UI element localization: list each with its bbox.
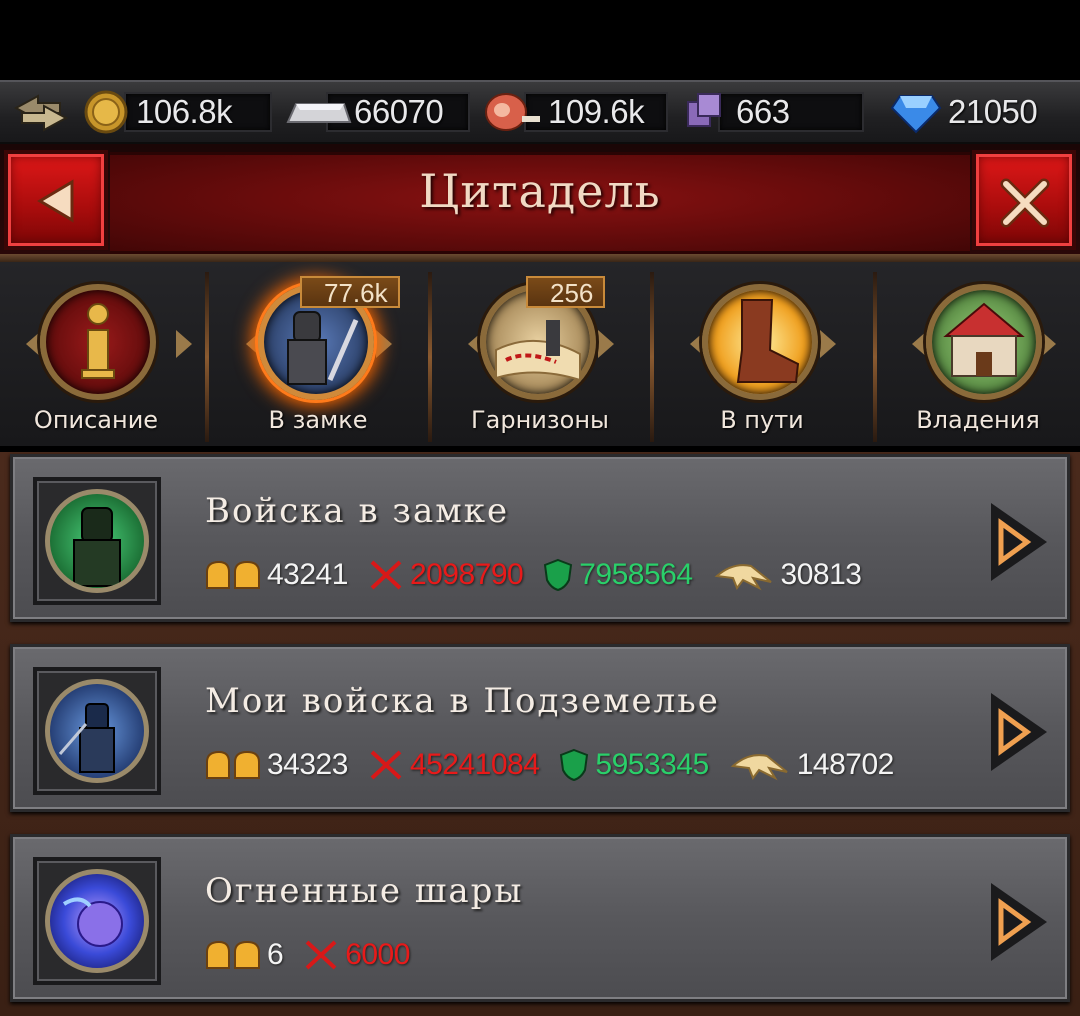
title-bar: Цитадель [0, 144, 1080, 262]
stone-block-icon [684, 90, 724, 134]
stat-defense: 7958564 [543, 558, 693, 592]
stat-speed: 30813 [713, 558, 862, 592]
tab-label: В замке [268, 406, 368, 434]
green-knight-icon [45, 489, 149, 593]
speed-value: 30813 [780, 558, 862, 591]
card-stats: 43241 2098790 7958564 30813 [205, 553, 881, 597]
close-button[interactable] [972, 150, 1076, 250]
card-title: Мои войска в Подземелье [205, 681, 720, 721]
defense-value: 5953345 [595, 748, 709, 781]
boot-icon [702, 284, 818, 400]
tab-label: Владения [916, 406, 1040, 434]
house-icon [926, 284, 1042, 400]
card-title: Огненные шары [205, 871, 524, 911]
attack-value: 2098790 [409, 558, 524, 591]
fireball-icon [45, 869, 149, 973]
eagle-icon [714, 564, 772, 591]
stat-attack: 2098790 [368, 558, 524, 592]
defense-value: 7958564 [579, 558, 693, 591]
tab-possessions[interactable]: Владения [872, 262, 1080, 446]
card-stats: 6 6000 [205, 933, 430, 977]
crossed-swords-icon [370, 750, 402, 780]
tab-label: В пути [720, 406, 804, 434]
tab-on-the-way[interactable]: В пути [652, 262, 872, 446]
stat-troops: 6 [205, 938, 284, 972]
swap-arrows-icon[interactable] [8, 88, 74, 138]
stat-attack: 6000 [303, 938, 410, 972]
title-bar-border [0, 254, 1080, 262]
tab-arrow-right-icon [376, 330, 392, 358]
stat-attack: 45241084 [368, 748, 540, 782]
resource-silver[interactable]: 66070 [286, 90, 470, 134]
tab-label: Описание [33, 406, 159, 434]
helmets-icon [206, 750, 260, 779]
back-arrow-icon [37, 179, 74, 223]
tab-in-castle[interactable]: 77.6k В замке [208, 262, 428, 446]
stone-value: 663 [736, 93, 790, 130]
crossed-swords-icon [305, 940, 337, 970]
list-item-fireballs[interactable]: Огненные шары 6 6000 [10, 834, 1070, 1002]
tab-badge: 77.6k [300, 276, 400, 308]
resource-diamond[interactable]: 21050 [890, 90, 1070, 134]
info-icon [40, 284, 156, 400]
silver-bar-icon [286, 96, 352, 130]
troops-value: 34323 [267, 748, 348, 781]
crossed-swords-icon [370, 560, 402, 590]
card-stats: 34323 45241084 5953345 148702 [205, 743, 914, 787]
open-arrow-button[interactable] [989, 691, 1049, 773]
top-black-bar [0, 0, 1080, 80]
card-icon-frame [33, 477, 161, 605]
troops-list: Войска в замке 43241 2098790 7958564 308… [0, 452, 1080, 1016]
eagle-icon [730, 754, 788, 781]
attack-value: 45241084 [409, 748, 540, 781]
card-title: Войска в замке [205, 491, 510, 531]
blue-knight-icon [45, 679, 149, 783]
close-icon [1000, 178, 1050, 228]
tab-label: Гарнизоны [471, 406, 609, 434]
food-value: 109.6k [548, 93, 645, 130]
list-item-dungeon-troops[interactable]: Мои войска в Подземелье 34323 45241084 5… [10, 644, 1070, 812]
troops-value: 43241 [267, 558, 348, 591]
tab-arrow-right-icon [598, 330, 614, 358]
tab-description[interactable]: Описание [0, 262, 220, 446]
meat-icon [484, 90, 544, 134]
back-button[interactable] [4, 150, 108, 250]
card-icon-frame [33, 667, 161, 795]
helmets-icon [206, 560, 260, 589]
troops-value: 6 [267, 938, 284, 971]
resource-bar: 106.8k 66070 109.6k 663 21050 [0, 80, 1080, 144]
tab-garrisons[interactable]: 256 Гарнизоны [430, 262, 650, 446]
diamond-icon [890, 90, 942, 134]
helmets-icon [206, 940, 260, 969]
open-arrow-button[interactable] [989, 881, 1049, 963]
attack-value: 6000 [345, 938, 410, 971]
gold-coin-icon [84, 90, 128, 134]
stat-troops: 34323 [205, 748, 348, 782]
card-icon-frame [33, 857, 161, 985]
stat-troops: 43241 [205, 558, 348, 592]
shield-icon [560, 748, 589, 782]
tab-badge: 256 [526, 276, 606, 308]
page-title: Цитадель [419, 164, 661, 218]
resource-stone[interactable]: 663 [684, 90, 864, 134]
shield-icon [544, 558, 573, 592]
diamond-value: 21050 [948, 93, 1038, 130]
tab-arrow-right-icon [1040, 330, 1056, 358]
silver-value: 66070 [354, 93, 444, 130]
open-arrow-button[interactable] [989, 501, 1049, 583]
resource-gold[interactable]: 106.8k [84, 90, 274, 134]
stat-speed: 148702 [729, 748, 894, 782]
tab-strip: Описание 77.6k В замке 256 Гарнизоны В п… [0, 262, 1080, 714]
tab-arrow-right-icon [176, 330, 192, 358]
stat-defense: 5953345 [559, 748, 709, 782]
list-item-castle-troops[interactable]: Войска в замке 43241 2098790 7958564 308… [10, 454, 1070, 622]
resource-food[interactable]: 109.6k [484, 90, 668, 134]
tab-arrow-right-icon [820, 330, 836, 358]
gold-value: 106.8k [136, 93, 233, 130]
speed-value: 148702 [796, 748, 895, 781]
